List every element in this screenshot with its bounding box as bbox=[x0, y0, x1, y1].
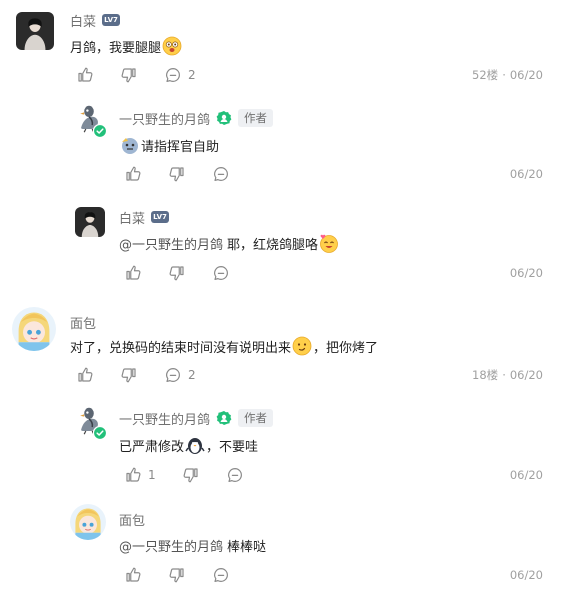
verified-icon bbox=[93, 426, 107, 440]
username[interactable]: 一只野生的月鸽 bbox=[119, 109, 210, 128]
reply-actions bbox=[124, 565, 256, 585]
avatar[interactable] bbox=[12, 307, 56, 351]
separator: · bbox=[502, 368, 506, 382]
comment-icon bbox=[226, 466, 244, 484]
mention-link[interactable]: @一只野生的月鸽 bbox=[119, 234, 223, 253]
reply-button[interactable] bbox=[212, 165, 230, 183]
comment-header: 白菜 LV7 bbox=[70, 11, 121, 30]
reply-count: 2 bbox=[188, 68, 196, 82]
thumb-up-icon bbox=[124, 264, 142, 282]
comment-icon bbox=[212, 566, 230, 584]
reply-button[interactable] bbox=[226, 466, 244, 484]
verified-icon bbox=[93, 124, 107, 138]
reply-button[interactable] bbox=[212, 264, 230, 282]
like-button[interactable]: 1 bbox=[124, 466, 156, 484]
avatar[interactable] bbox=[75, 207, 105, 237]
comment-icon bbox=[212, 165, 230, 183]
reply-date: 06/20 bbox=[509, 568, 543, 582]
username[interactable]: 面包 bbox=[70, 313, 96, 332]
thumb-up-icon bbox=[124, 165, 142, 183]
like-count: 1 bbox=[148, 468, 156, 482]
reply-date: 06/20 bbox=[509, 167, 543, 181]
username[interactable]: 白菜 bbox=[119, 208, 145, 227]
comment-text: 月鸽，我要腿腿 bbox=[70, 35, 183, 57]
dislike-button[interactable] bbox=[182, 466, 200, 484]
like-button[interactable] bbox=[124, 566, 142, 584]
dislike-button[interactable] bbox=[168, 165, 186, 183]
thumb-up-icon bbox=[76, 66, 94, 84]
official-badge-icon bbox=[216, 110, 232, 126]
mention-link[interactable]: @一只野生的月鸽 bbox=[119, 536, 223, 555]
level-badge: LV7 bbox=[151, 211, 170, 223]
author-tag: 作者 bbox=[238, 409, 274, 427]
reply-header: 一只野生的月鸽 作者 bbox=[119, 109, 274, 128]
like-button[interactable] bbox=[76, 66, 94, 84]
drooling-emoji-icon bbox=[162, 36, 182, 56]
reply-button[interactable]: 2 bbox=[164, 66, 196, 84]
username[interactable]: 面包 bbox=[119, 510, 145, 529]
comment-actions: 2 bbox=[76, 65, 222, 85]
reply-header: 白菜 LV7 bbox=[119, 208, 170, 227]
like-button[interactable] bbox=[124, 264, 142, 282]
penguin-emoji-icon bbox=[185, 435, 205, 455]
smirk-emoji-icon bbox=[292, 336, 312, 356]
thumb-up-icon bbox=[76, 366, 94, 384]
thumb-down-icon bbox=[168, 566, 186, 584]
author-tag: 作者 bbox=[238, 109, 274, 127]
reply-actions bbox=[124, 164, 256, 184]
heart-eyes-emoji-icon bbox=[319, 233, 339, 253]
level-badge: LV7 bbox=[102, 14, 121, 26]
comment-date: 06/20 bbox=[509, 368, 543, 382]
salute-emoji-icon bbox=[120, 135, 140, 155]
comment-date: 06/20 bbox=[509, 68, 543, 82]
reply-text: 已严肃修改 ，不要哇 bbox=[119, 434, 258, 456]
comment-text: 对了，兑换码的结束时间没有说明出来 ，把你烤了 bbox=[70, 335, 378, 357]
comment-icon bbox=[212, 264, 230, 282]
comment-icon bbox=[164, 366, 182, 384]
floor-number: 18楼 bbox=[472, 368, 499, 382]
like-button[interactable] bbox=[76, 366, 94, 384]
reply-text: @一只野生的月鸽 耶，红烧鸽腿咯 bbox=[119, 232, 340, 254]
reply-header: 面包 bbox=[119, 510, 145, 529]
thumb-down-icon bbox=[168, 264, 186, 282]
thumb-down-icon bbox=[120, 66, 138, 84]
dislike-button[interactable] bbox=[120, 66, 138, 84]
reply-header: 一只野生的月鸽 作者 bbox=[119, 409, 274, 428]
comment-icon bbox=[164, 66, 182, 84]
separator: · bbox=[502, 68, 506, 82]
reply-text: 请指挥官自助 bbox=[119, 134, 219, 156]
username[interactable]: 一只野生的月鸽 bbox=[119, 409, 210, 428]
dislike-button[interactable] bbox=[120, 366, 138, 384]
comment-meta: 52楼 · 06/20 bbox=[472, 65, 543, 85]
reply-date: 06/20 bbox=[509, 468, 543, 482]
thumb-down-icon bbox=[168, 165, 186, 183]
thumb-down-icon bbox=[120, 366, 138, 384]
reply-actions bbox=[124, 263, 256, 283]
official-badge-icon bbox=[216, 410, 232, 426]
like-button[interactable] bbox=[124, 165, 142, 183]
reply-button[interactable]: 2 bbox=[164, 366, 196, 384]
thumb-up-icon bbox=[124, 466, 142, 484]
floor-number: 52楼 bbox=[472, 68, 499, 82]
reply-actions: 1 bbox=[124, 465, 270, 485]
thumb-down-icon bbox=[182, 466, 200, 484]
avatar[interactable] bbox=[70, 504, 106, 540]
reply-text: @一只野生的月鸽 棒棒哒 bbox=[119, 534, 266, 556]
dislike-button[interactable] bbox=[168, 264, 186, 282]
dislike-button[interactable] bbox=[168, 566, 186, 584]
comment-meta: 18楼 · 06/20 bbox=[472, 365, 543, 385]
comment-actions: 2 bbox=[76, 365, 222, 385]
reply-count: 2 bbox=[188, 368, 196, 382]
username[interactable]: 白菜 bbox=[70, 11, 96, 30]
comment-header: 面包 bbox=[70, 313, 96, 332]
reply-date: 06/20 bbox=[509, 266, 543, 280]
reply-button[interactable] bbox=[212, 566, 230, 584]
thumb-up-icon bbox=[124, 566, 142, 584]
avatar[interactable] bbox=[16, 12, 54, 50]
